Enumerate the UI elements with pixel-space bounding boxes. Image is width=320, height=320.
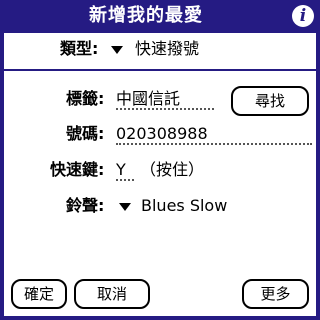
ok-button[interactable]: 確定 — [11, 279, 67, 309]
shortcut-row: 快速鍵: Y （按住） — [0, 159, 320, 181]
dropdown-arrow-icon[interactable] — [111, 46, 123, 54]
shortcut-hint: （按住） — [140, 160, 205, 179]
ringtone-selector[interactable]: Blues Slow — [141, 195, 227, 217]
ringtone-row: 鈴聲: Blues Slow — [0, 195, 320, 217]
tag-field[interactable]: 中國信託 — [116, 88, 214, 110]
dropdown-arrow-icon[interactable] — [119, 203, 131, 211]
find-button[interactable]: 尋找 — [231, 86, 309, 116]
cancel-button[interactable]: 取消 — [74, 279, 150, 309]
tag-label: 標籤: — [66, 89, 105, 108]
number-label: 號碼: — [66, 124, 105, 143]
separator — [4, 69, 316, 71]
category-label: 類型: — [60, 39, 99, 58]
category-selector[interactable]: 快速撥號 — [135, 38, 199, 60]
number-field[interactable]: 020308988 — [116, 123, 312, 145]
number-row: 號碼: 020308988 — [0, 123, 320, 145]
category-row: 類型: 快速撥號 — [0, 38, 320, 60]
shortcut-label: 快速鍵: — [50, 160, 105, 179]
ringtone-label: 鈴聲: — [66, 196, 105, 215]
more-button[interactable]: 更多 — [242, 279, 309, 309]
shortcut-field[interactable]: Y — [116, 159, 134, 181]
